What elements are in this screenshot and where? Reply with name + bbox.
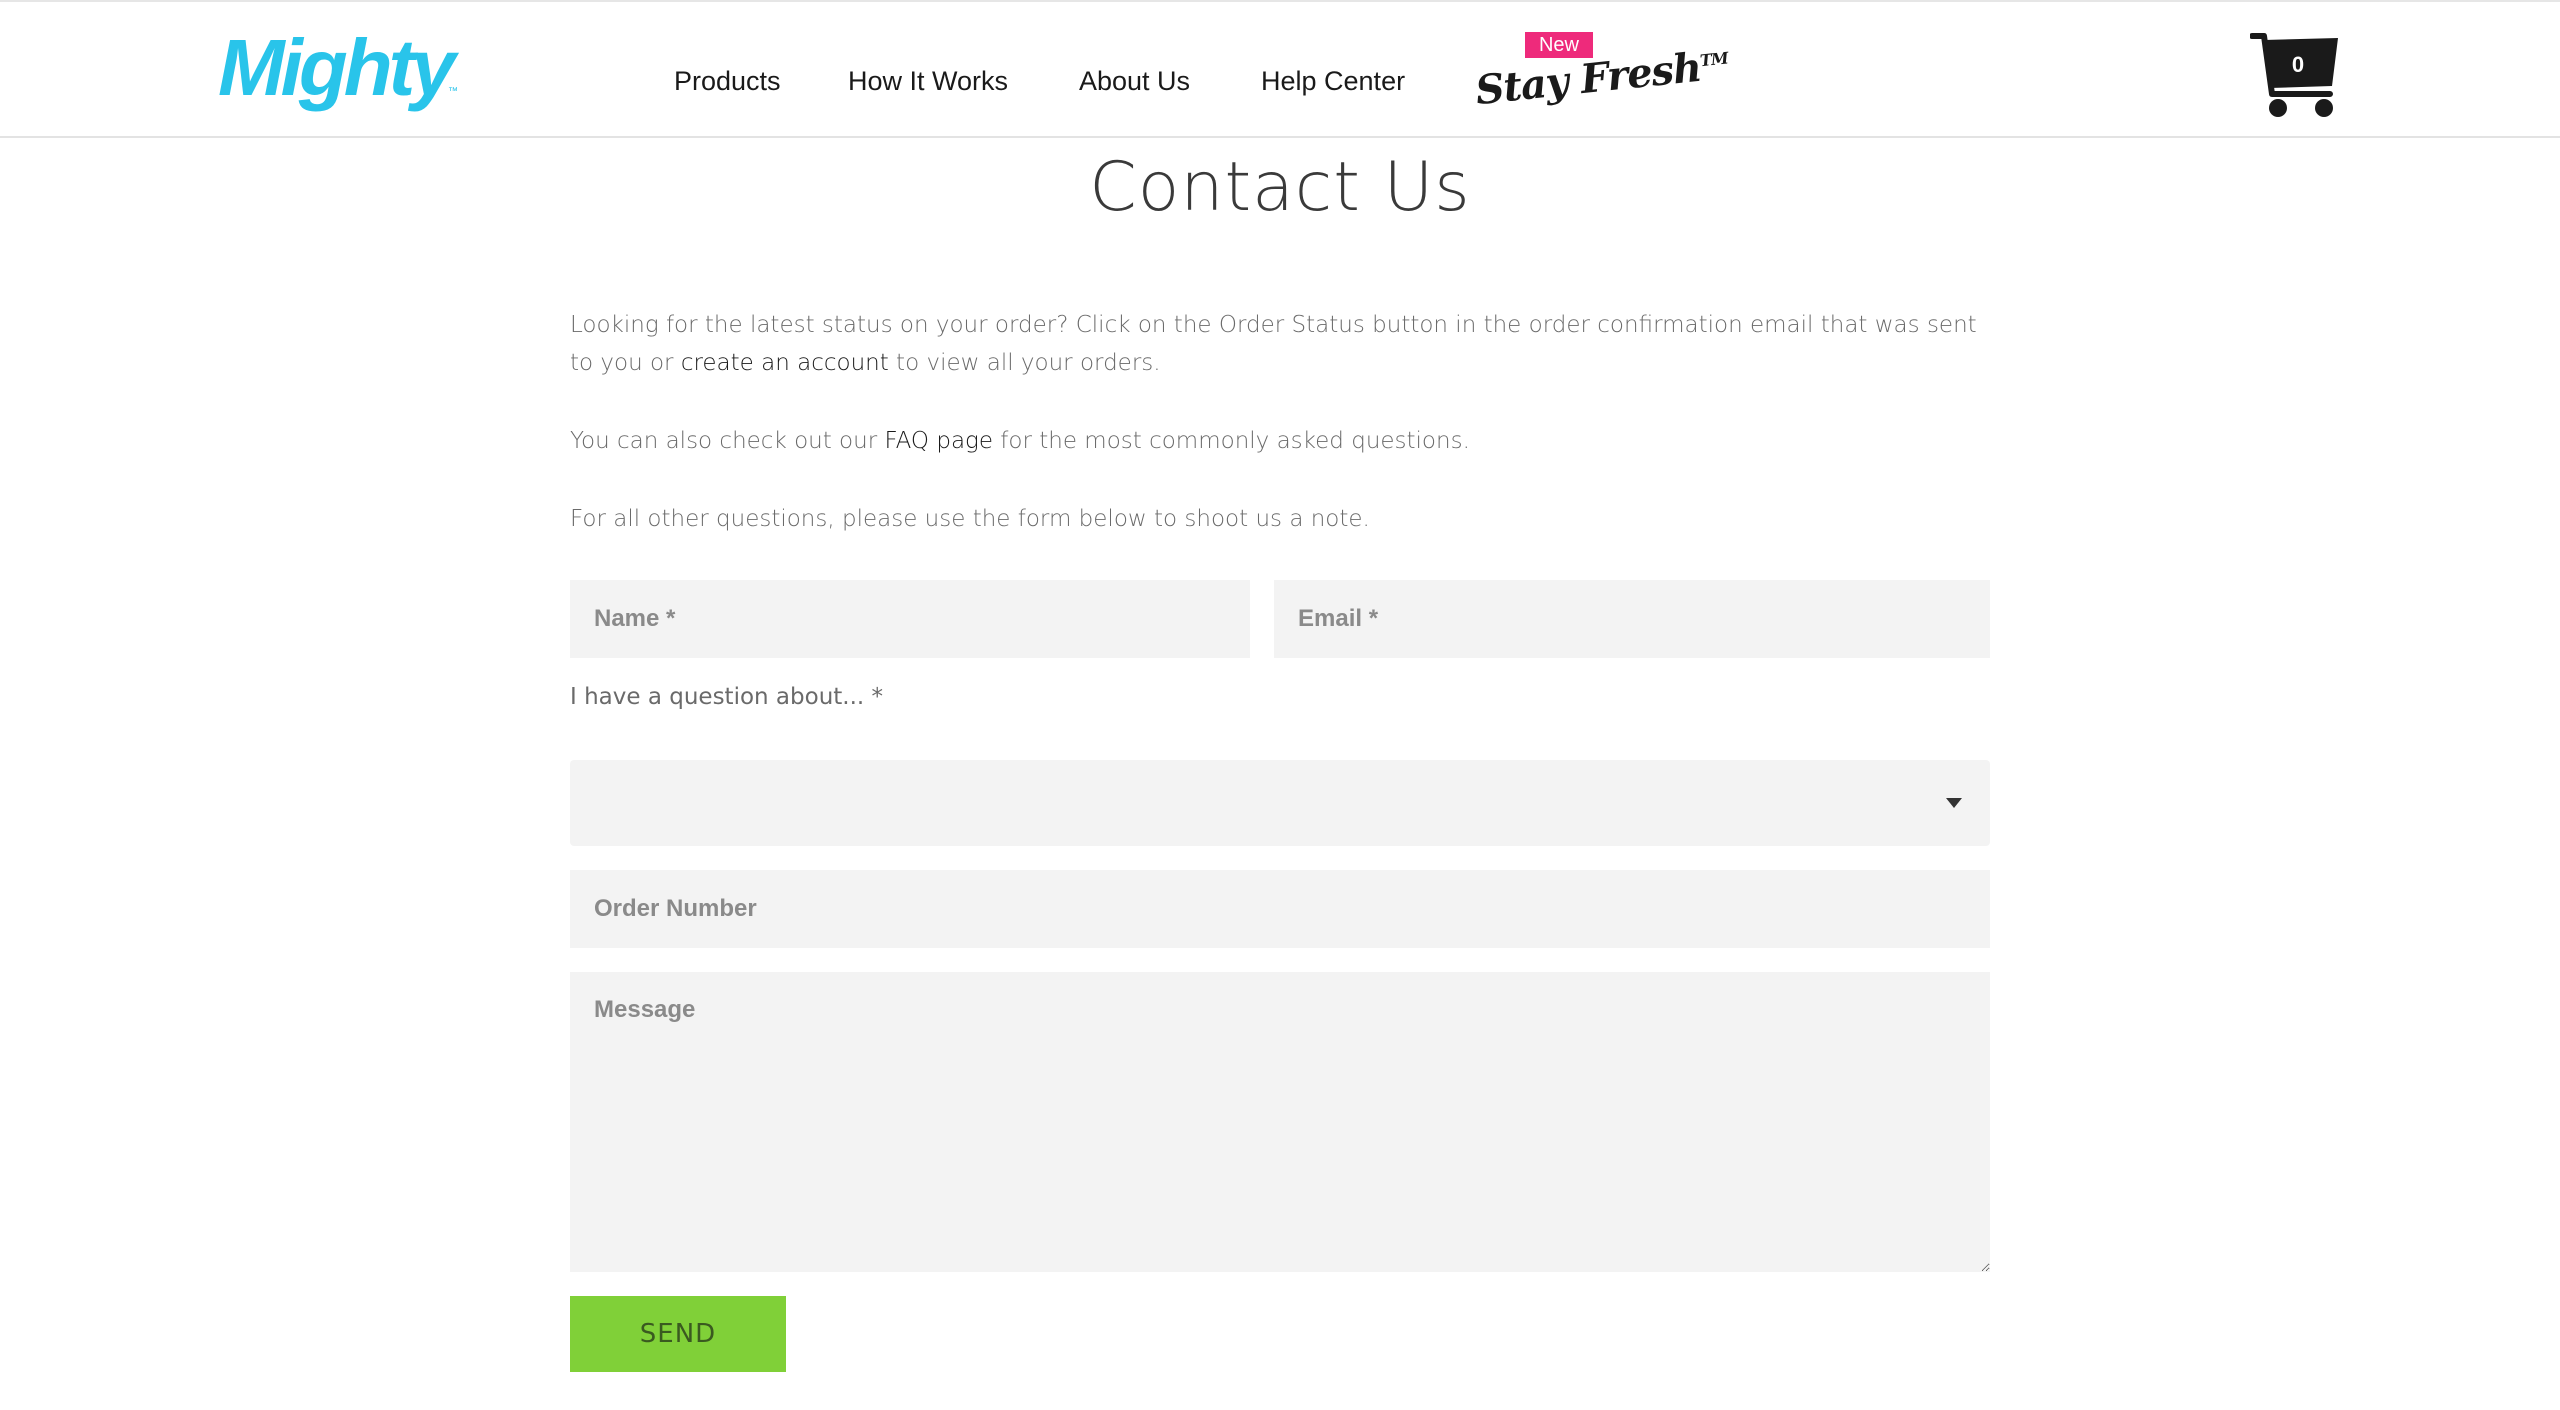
main-nav: Products How It Works About Us Help Cent… <box>0 2 2560 140</box>
order-number-field[interactable] <box>570 870 1990 948</box>
page-title: Contact Us <box>1089 148 1471 227</box>
para2-text-before: You can also check out our <box>570 428 885 454</box>
nav-products[interactable]: Products <box>674 66 781 97</box>
nav-about-us[interactable]: About Us <box>1079 66 1190 97</box>
para1-text-after: to view all your orders. <box>888 350 1161 376</box>
nav-how-it-works[interactable]: How It Works <box>848 66 1008 97</box>
cart-count: 0 <box>2291 52 2305 77</box>
faq-page-link[interactable]: FAQ page <box>884 428 993 454</box>
site-header: Mighty ™ Products How It Works About Us … <box>0 0 2560 138</box>
question-select[interactable] <box>570 760 1990 846</box>
send-button[interactable]: SEND <box>570 1296 786 1372</box>
nav-help-center[interactable]: Help Center <box>1261 66 1405 97</box>
email-field[interactable] <box>1274 580 1990 658</box>
chevron-down-icon <box>1946 798 1962 808</box>
para2-text-after: for the most commonly asked questions. <box>993 428 1470 454</box>
order-status-paragraph: Looking for the latest status on your or… <box>570 306 1990 382</box>
nav-stay-fresh[interactable]: Stay FreshTM <box>1473 41 1730 114</box>
question-label: I have a question about... * <box>570 684 884 710</box>
faq-paragraph: You can also check out our FAQ page for … <box>570 422 1990 460</box>
create-account-link[interactable]: create an account <box>681 350 889 376</box>
stay-fresh-tm: TM <box>1699 48 1729 71</box>
form-intro-paragraph: For all other questions, please use the … <box>570 506 1370 532</box>
new-badge: New <box>1525 32 1593 58</box>
message-field[interactable] <box>570 972 1990 1272</box>
name-field[interactable] <box>570 580 1250 658</box>
stay-fresh-label: Stay Fresh <box>1473 43 1704 115</box>
